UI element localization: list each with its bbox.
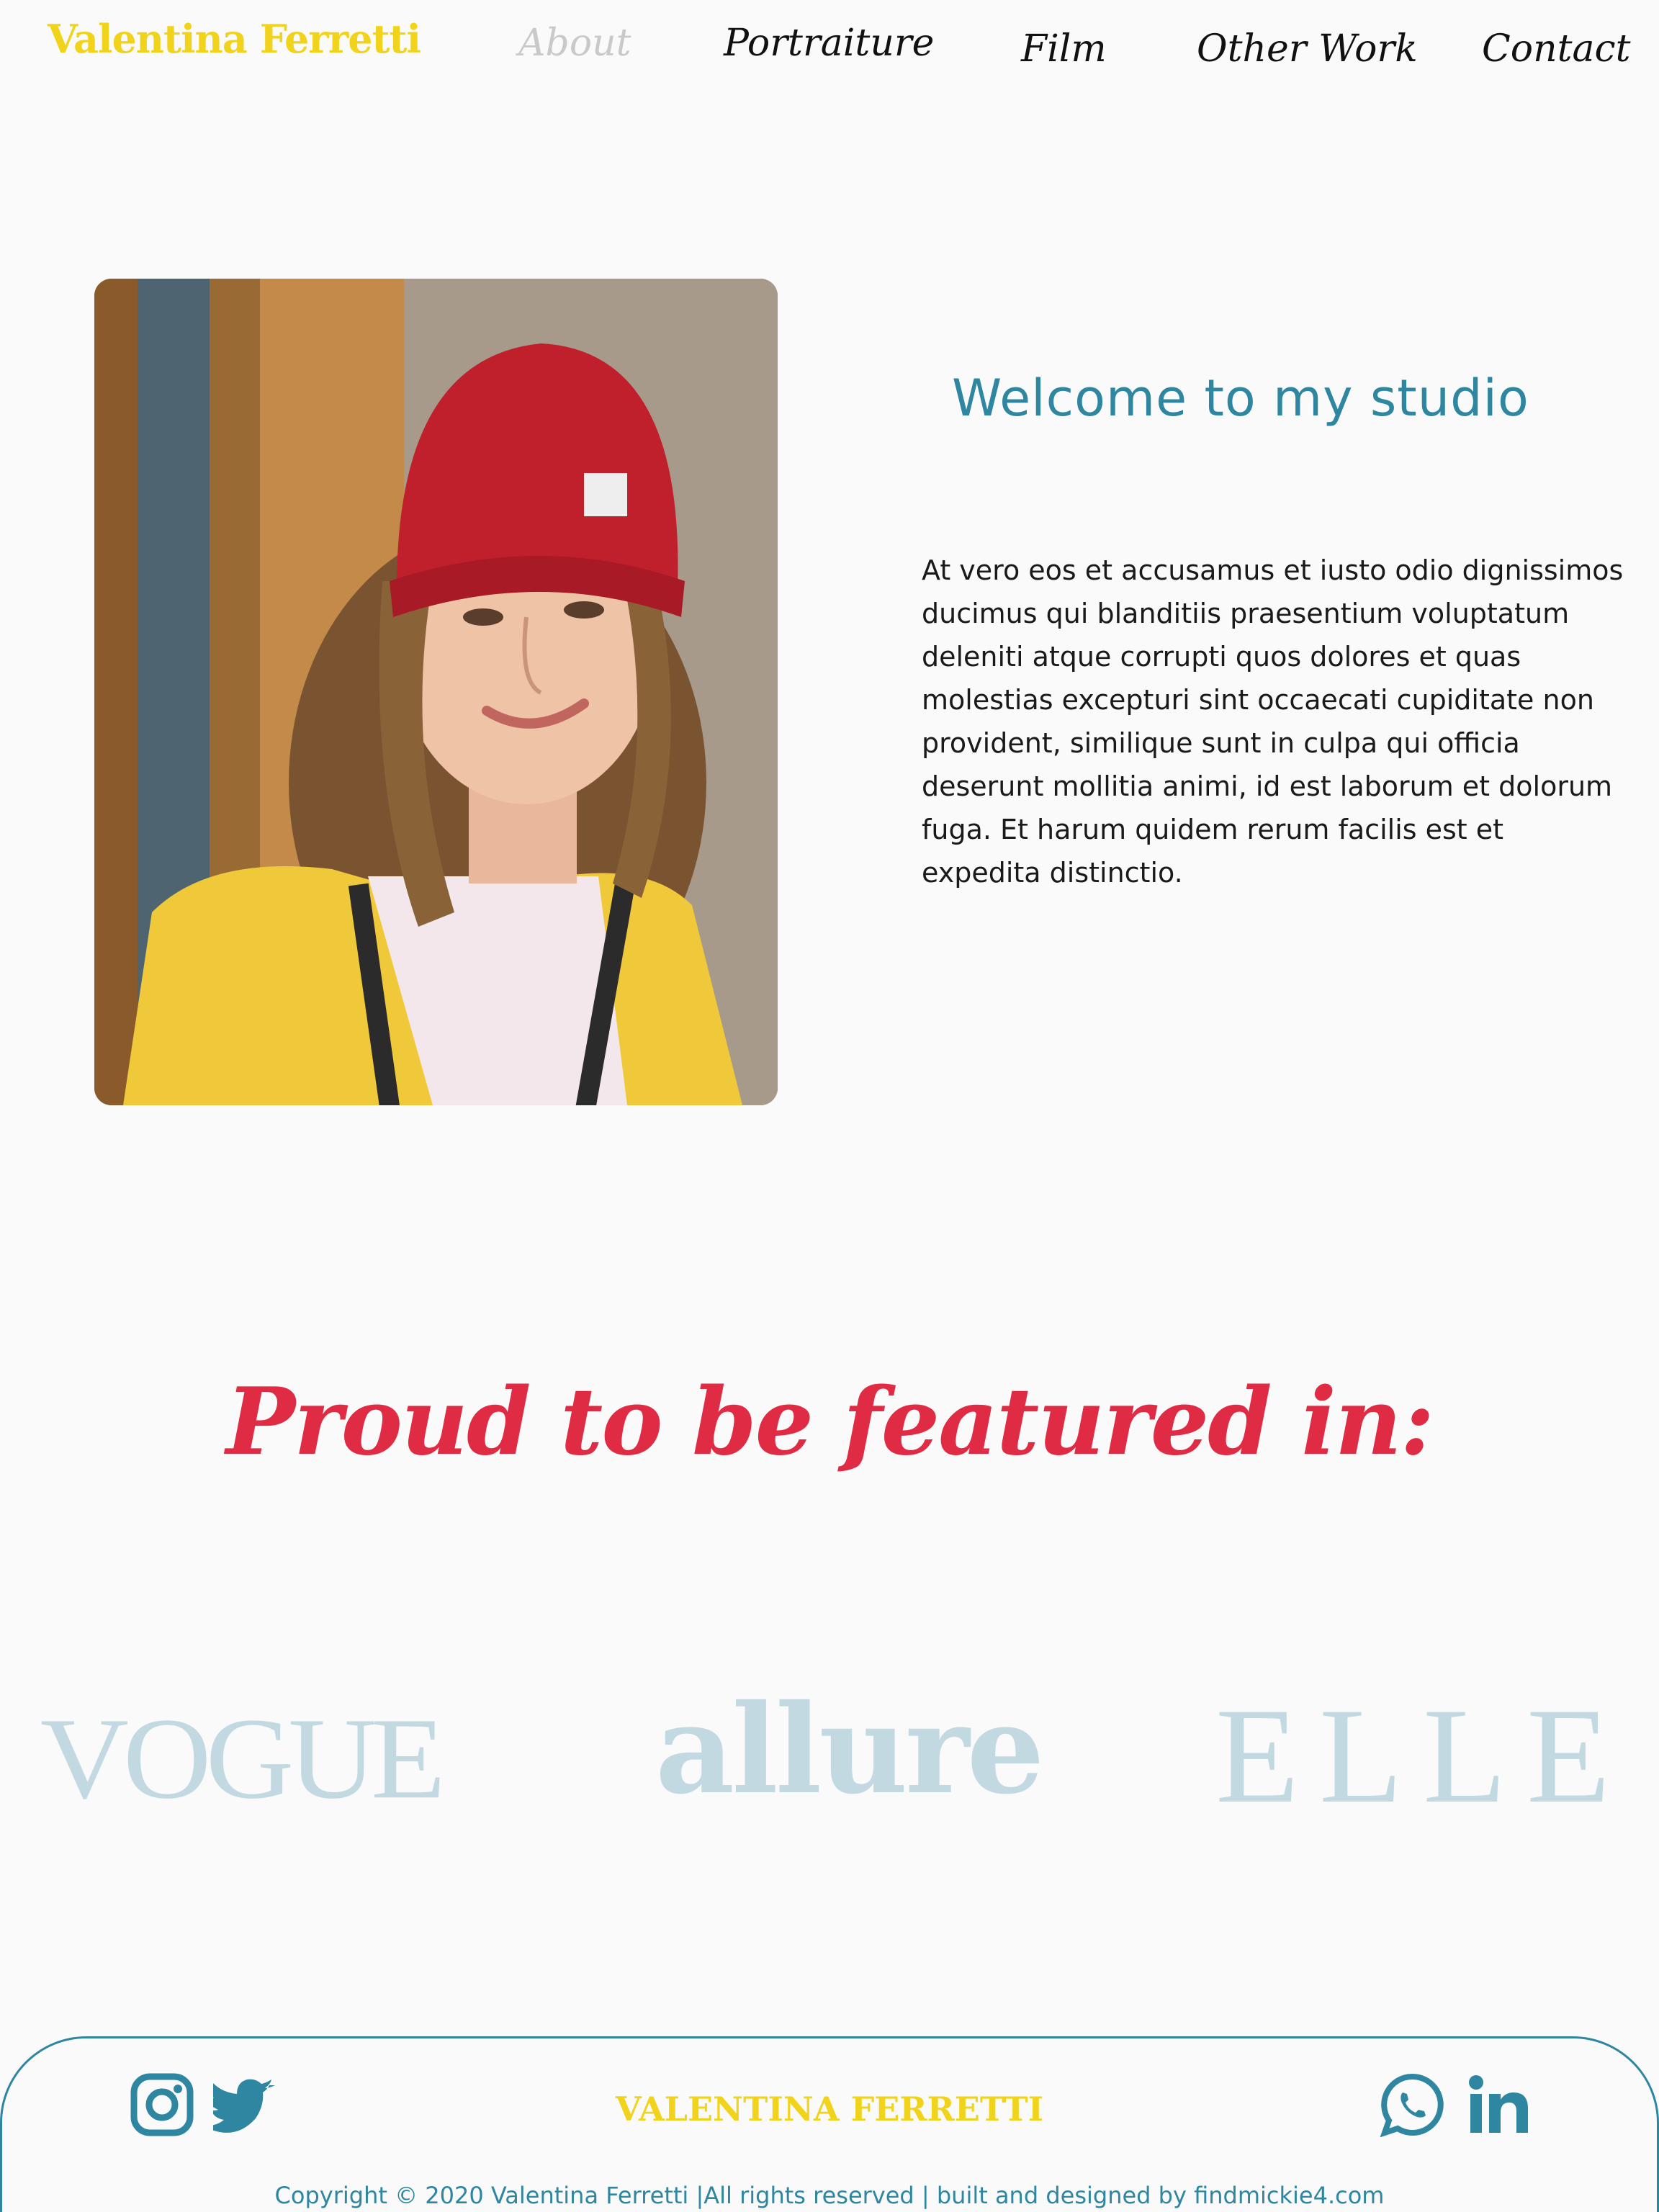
- site-brand[interactable]: Valentina Ferretti: [48, 16, 421, 62]
- elle-logo: ELLE: [1215, 1681, 1631, 1832]
- linkedin-icon[interactable]: [1466, 2072, 1531, 2137]
- site-header: Valentina Ferretti About Portraiture Fil…: [0, 0, 1659, 94]
- nav-contact[interactable]: Contact: [1482, 27, 1631, 71]
- whatsapp-icon[interactable]: [1380, 2072, 1444, 2138]
- intro-paragraph: At vero eos et accusamus et iusto odio d…: [922, 554, 1624, 889]
- welcome-title: Welcome to my studio: [952, 369, 1529, 428]
- allure-logo: allure: [655, 1678, 1045, 1822]
- nav-about[interactable]: About: [518, 22, 631, 65]
- portrait-photo: [94, 279, 778, 1105]
- copyright-text: Copyright © 2020 Valentina Ferretti |All…: [274, 2182, 1385, 2209]
- featured-title: Proud to be featured in:: [225, 1368, 1434, 1476]
- nav-film[interactable]: Film: [1021, 27, 1107, 71]
- nav-other-work[interactable]: Other Work: [1197, 27, 1418, 71]
- vogue-logo: VOGUE: [40, 1694, 446, 1823]
- nav-portraiture[interactable]: Portraiture: [724, 22, 934, 65]
